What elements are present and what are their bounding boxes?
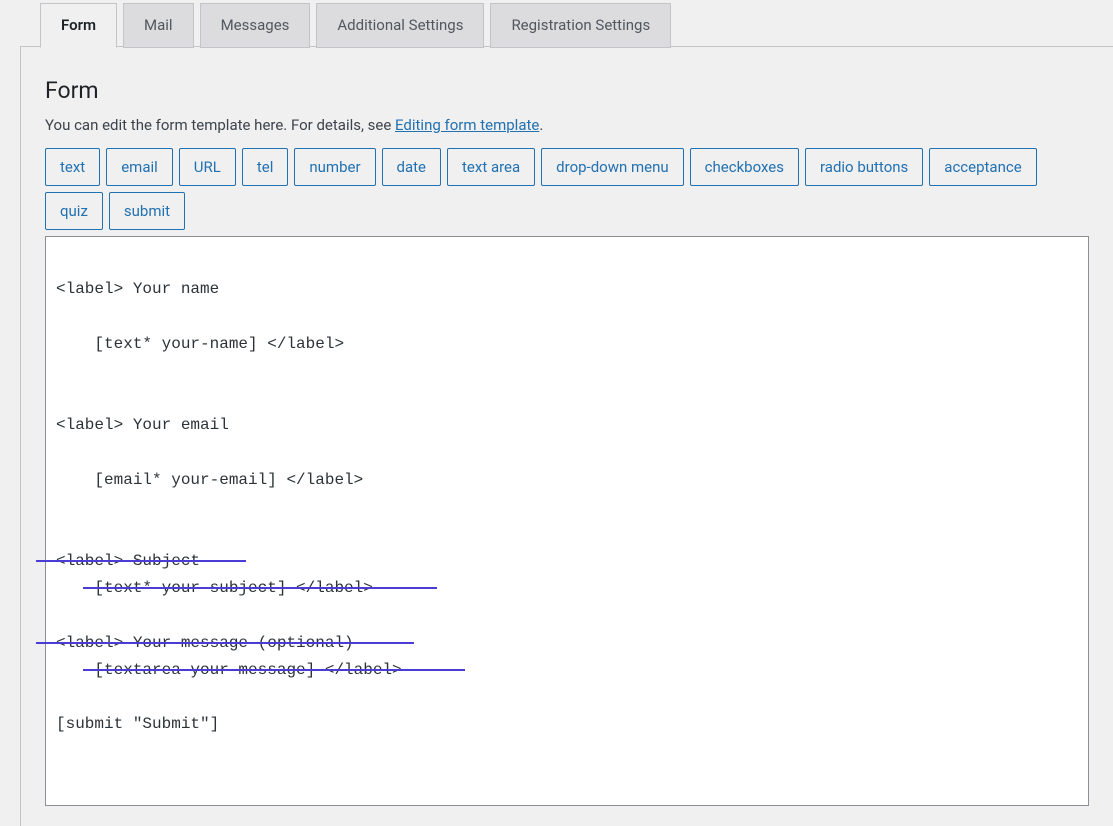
code-line: [email* your-email] </label> [56, 467, 1078, 494]
strikethrough-annotation [36, 560, 246, 562]
code-line: [text* your-name] </label> [56, 331, 1078, 358]
tag-checkboxes-button[interactable]: checkboxes [690, 148, 799, 186]
tag-acceptance-button[interactable]: acceptance [929, 148, 1036, 186]
strikethrough-annotation [36, 642, 414, 644]
tag-generator-buttons: text email URL tel number date text area… [45, 148, 1089, 230]
tag-url-button[interactable]: URL [179, 148, 236, 186]
tag-tel-button[interactable]: tel [242, 148, 289, 186]
code-line: <label> Your email [56, 412, 1078, 439]
tab-navigation: Form Mail Messages Additional Settings R… [0, 0, 1113, 47]
code-line: <label> Your name [56, 276, 1078, 303]
tab-mail[interactable]: Mail [123, 3, 194, 48]
code-line: [submit "Submit"] [56, 711, 1078, 738]
strikethrough-annotation [83, 669, 465, 671]
tab-form[interactable]: Form [40, 3, 117, 48]
tab-messages[interactable]: Messages [200, 3, 311, 48]
tag-textarea-button[interactable]: text area [447, 148, 535, 186]
tag-number-button[interactable]: number [294, 148, 375, 186]
editing-form-template-link[interactable]: Editing form template [395, 116, 539, 134]
tag-submit-button[interactable]: submit [109, 192, 185, 230]
intro-prefix: You can edit the form template here. For… [45, 116, 395, 134]
tag-dropdown-button[interactable]: drop-down menu [541, 148, 683, 186]
form-template-editor[interactable]: <label> Your name [text* your-name] </la… [45, 236, 1089, 806]
intro-suffix: . [539, 116, 543, 134]
tab-registration-settings[interactable]: Registration Settings [490, 3, 671, 48]
tag-date-button[interactable]: date [382, 148, 441, 186]
tag-text-button[interactable]: text [45, 148, 100, 186]
intro-text: You can edit the form template here. For… [45, 116, 1089, 134]
tag-quiz-button[interactable]: quiz [45, 192, 103, 230]
tag-radio-button[interactable]: radio buttons [805, 148, 923, 186]
tag-email-button[interactable]: email [106, 148, 173, 186]
section-heading: Form [45, 77, 1089, 104]
strikethrough-annotation [83, 587, 437, 589]
tab-content-form: Form You can edit the form template here… [20, 46, 1113, 826]
tab-additional-settings[interactable]: Additional Settings [316, 3, 484, 48]
